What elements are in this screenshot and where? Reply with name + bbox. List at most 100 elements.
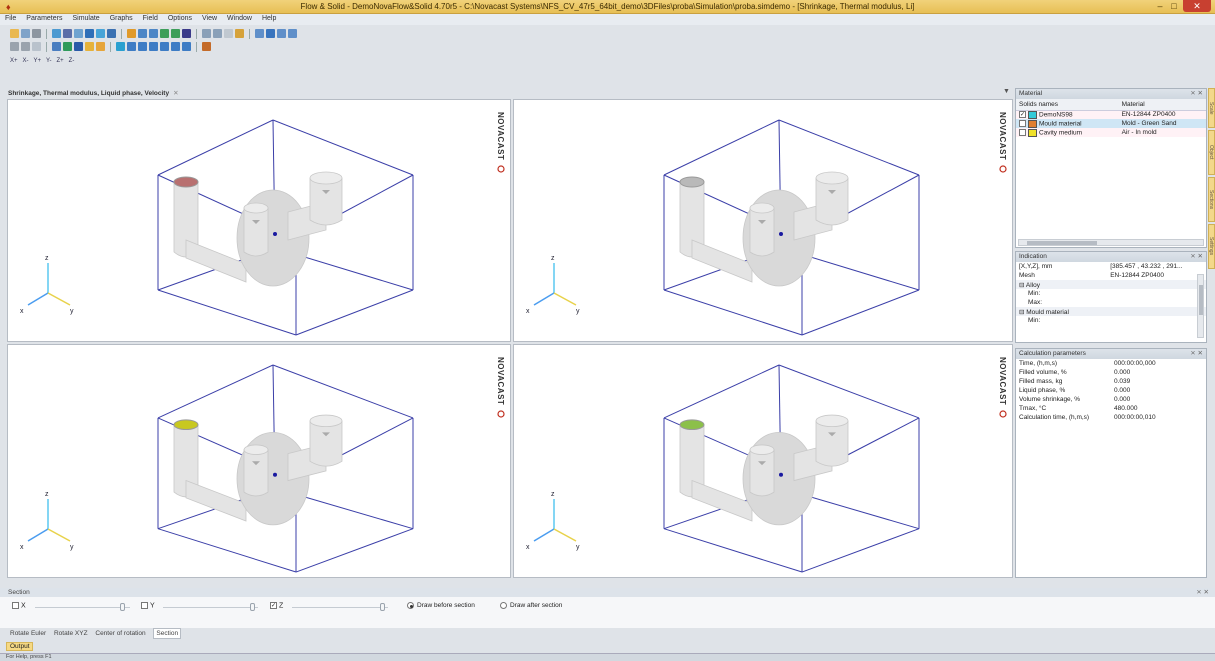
material-row[interactable]: Mould material Mold - Green Sand xyxy=(1016,119,1206,128)
table-icon[interactable] xyxy=(74,29,83,38)
indication-group-alloy[interactable]: ⊟ Alloy xyxy=(1016,280,1206,289)
select-icon[interactable] xyxy=(127,29,136,38)
tree-icon[interactable] xyxy=(63,42,72,51)
histogram-icon[interactable] xyxy=(107,29,116,38)
view-back-icon[interactable] xyxy=(138,42,147,51)
material-row[interactable]: ✓ DemoNS98 EN-12844 ZP0400 xyxy=(1016,110,1206,119)
box-icon[interactable] xyxy=(202,29,211,38)
mesh-icon[interactable] xyxy=(52,42,61,51)
visible-checkbox[interactable] xyxy=(1019,129,1026,136)
view-right-icon[interactable] xyxy=(160,42,169,51)
tab-rotate-euler[interactable]: Rotate Euler xyxy=(10,630,46,637)
layout-list-icon[interactable] xyxy=(288,29,297,38)
view-front-icon[interactable] xyxy=(127,42,136,51)
zoom-in-icon[interactable] xyxy=(138,29,147,38)
menu-view[interactable]: View xyxy=(197,14,222,23)
view-bottom-icon[interactable] xyxy=(182,42,191,51)
rotate-icon[interactable] xyxy=(171,29,180,38)
pencil-icon[interactable] xyxy=(10,42,19,51)
horizontal-scrollbar[interactable] xyxy=(1018,239,1204,246)
view-left-icon[interactable] xyxy=(149,42,158,51)
menu-help[interactable]: Help xyxy=(257,14,281,23)
draw-before-option[interactable]: Draw before section xyxy=(407,602,475,609)
viewport-shrinkage[interactable]: z x y NOVACAST xyxy=(7,99,511,342)
animation-icon[interactable] xyxy=(202,42,211,51)
draw-after-option[interactable]: Draw after section xyxy=(500,602,562,609)
section-x-slider-handle[interactable] xyxy=(120,603,125,611)
section-y-checkbox[interactable] xyxy=(141,602,148,609)
flame-icon[interactable] xyxy=(96,42,105,51)
section-y-slider-handle[interactable] xyxy=(250,603,255,611)
side-tab-sections[interactable]: Sections xyxy=(1208,177,1215,222)
side-tab-object[interactable]: Object xyxy=(1208,130,1215,175)
viewport-liquid-phase[interactable]: z x y NOVACAST xyxy=(7,344,511,578)
edit-icon[interactable] xyxy=(21,42,30,51)
menu-graphs[interactable]: Graphs xyxy=(105,14,138,23)
print-icon[interactable] xyxy=(32,29,41,38)
indication-group-mould-material[interactable]: ⊟ Mould material xyxy=(1016,307,1206,316)
palette-icon[interactable] xyxy=(85,42,94,51)
side-tab-settings[interactable]: Settings xyxy=(1208,224,1215,269)
view-y-minus-button[interactable]: Y- xyxy=(46,58,51,64)
material-row[interactable]: Cavity medium Air - In mold xyxy=(1016,128,1206,137)
maximize-button[interactable]: □ xyxy=(1167,0,1181,12)
output-tab[interactable]: Output xyxy=(6,642,33,651)
menu-simulate[interactable]: Simulate xyxy=(67,14,104,23)
section-y-slider[interactable] xyxy=(163,607,258,608)
section-x-checkbox[interactable] xyxy=(12,602,19,609)
color-swatch[interactable] xyxy=(1028,119,1037,128)
section-y-toggle[interactable]: Y xyxy=(141,602,155,609)
color-swatch[interactable] xyxy=(1028,110,1037,119)
section-z-checkbox[interactable]: ✓ xyxy=(270,602,277,609)
visible-checkbox[interactable] xyxy=(1019,120,1026,127)
view-x-minus-button[interactable]: X- xyxy=(23,58,29,64)
panel-pin-icon[interactable]: ⨯ ✕ xyxy=(1190,349,1203,359)
menu-field[interactable]: Field xyxy=(138,14,163,23)
close-button[interactable]: ✕ xyxy=(1183,0,1211,12)
document-tab[interactable]: Shrinkage, Thermal modulus, Liquid phase… xyxy=(8,89,179,99)
draw-after-radio[interactable] xyxy=(500,602,507,609)
camera-icon[interactable] xyxy=(235,29,244,38)
viewport-velocity[interactable]: z x y NOVACAST xyxy=(513,344,1013,578)
viewport-thermal-modulus[interactable]: z x y NOVACAST xyxy=(513,99,1013,342)
menu-window[interactable]: Window xyxy=(222,14,257,23)
section-z-toggle[interactable]: ✓ Z xyxy=(270,602,283,609)
close-tab-icon[interactable]: ✕ xyxy=(173,90,178,97)
view-z-plus-button[interactable]: Z+ xyxy=(56,58,63,64)
layout-2-icon[interactable] xyxy=(266,29,275,38)
eye-icon[interactable] xyxy=(224,29,233,38)
menu-options[interactable]: Options xyxy=(163,14,197,23)
layout-4-icon[interactable] xyxy=(277,29,286,38)
layout-1-icon[interactable] xyxy=(255,29,264,38)
panel-pin-icon[interactable]: ⨯ ✕ xyxy=(1190,89,1203,99)
menu-parameters[interactable]: Parameters xyxy=(21,14,67,23)
section-z-slider[interactable] xyxy=(292,607,388,608)
panel-pin-icon[interactable]: ⨯ ✕ xyxy=(1190,252,1203,262)
graph-icon[interactable] xyxy=(96,29,105,38)
tab-center-of-rotation[interactable]: Center of rotation xyxy=(95,630,145,637)
visible-checkbox[interactable]: ✓ xyxy=(1019,111,1026,119)
view-z-minus-button[interactable]: Z- xyxy=(69,58,75,64)
cube-icon[interactable] xyxy=(32,42,41,51)
search-icon[interactable] xyxy=(213,29,222,38)
tab-dropdown-icon[interactable]: ▼ xyxy=(1003,88,1010,95)
vertical-scrollbar[interactable] xyxy=(1197,274,1204,338)
menu-file[interactable]: File xyxy=(0,14,21,23)
section-z-slider-handle[interactable] xyxy=(380,603,385,611)
tab-rotate-xyz[interactable]: Rotate XYZ xyxy=(54,630,88,637)
color-swatch[interactable] xyxy=(1028,128,1037,137)
stop-icon[interactable] xyxy=(74,42,83,51)
chart-icon[interactable] xyxy=(85,29,94,38)
minimize-button[interactable]: – xyxy=(1153,0,1167,12)
new-icon[interactable] xyxy=(10,29,19,38)
view-top-icon[interactable] xyxy=(171,42,180,51)
side-tab-scale[interactable]: Scale xyxy=(1208,88,1215,128)
draw-before-radio[interactable] xyxy=(407,602,414,609)
pan-icon[interactable] xyxy=(160,29,169,38)
sum-icon[interactable] xyxy=(63,29,72,38)
open-icon[interactable] xyxy=(21,29,30,38)
zoom-out-icon[interactable] xyxy=(149,29,158,38)
sphere-icon[interactable] xyxy=(116,42,125,51)
tab-section[interactable]: Section xyxy=(153,628,182,639)
view-x-plus-button[interactable]: X+ xyxy=(10,58,18,64)
